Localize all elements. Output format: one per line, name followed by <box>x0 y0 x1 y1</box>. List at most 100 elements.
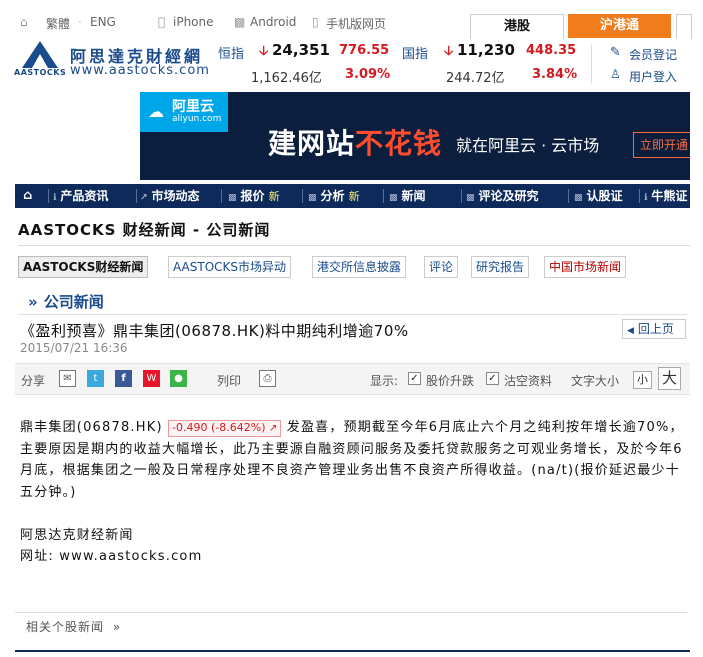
double-chevron-icon: » <box>28 293 38 311</box>
external-link-icon: ↗ <box>269 423 278 434</box>
source-url: 网址: www.aastocks.com <box>20 549 203 564</box>
main-nav: ⌂ ℹ 产品资讯 ↗ 市场动态 ▩ 报价 新 ▩ 分析 新 ▩ 新闻 ▩ 评论及研究 ▩ 认股… <box>15 184 690 208</box>
subtab-aastocks-news[interactable]: AASTOCKS财经新闻 <box>18 256 149 278</box>
nav-bullet-icon: ↗ <box>140 193 148 203</box>
ad-banner[interactable]: ☁ 阿里云 aliyun.com 建网站不花钱 就在阿里云 · 云市场 立即开通 <box>140 92 690 180</box>
nav-bullet-icon: ℹ <box>53 193 57 203</box>
print-icon[interactable]: ⎙ <box>259 370 276 387</box>
section-title: » 公司新闻 <box>28 293 104 311</box>
triangle-left-icon: ◀ <box>627 326 634 336</box>
nav-separator <box>639 189 640 203</box>
home-icon[interactable]: ⌂ <box>20 15 28 29</box>
brand-url: www.aastocks.com <box>70 63 210 78</box>
aastocks-logo[interactable]: AASTOCKS <box>14 40 66 78</box>
section-divider <box>18 314 688 315</box>
tab-hsh-connect[interactable]: 沪港通 <box>568 14 671 38</box>
login-link[interactable]: 用户登入 <box>629 68 677 85</box>
apple-icon:  <box>158 15 165 29</box>
hsce-value: 11,230 <box>457 41 515 59</box>
bottom-border <box>15 650 690 652</box>
mobile-web-link[interactable]: 手机版网页 <box>326 15 386 32</box>
hsce-change: 448.35 <box>526 43 577 58</box>
subtab-market-movers[interactable]: AASTOCKS市场异动 <box>168 256 292 278</box>
nav-item-quote[interactable]: ▩ 报价 新 <box>228 184 280 208</box>
hsi-up-arrow-icon: 🡣 <box>259 44 269 59</box>
lang-english-link[interactable]: ENG <box>90 15 116 29</box>
nav-home-icon[interactable]: ⌂ <box>23 184 32 208</box>
article-body: 鼎丰集团(06878.HK) -0.490 (-8.642%) ↗ 发盈喜，预期… <box>20 417 686 503</box>
nav-item-research[interactable]: ▩ 评论及研究 <box>466 184 539 208</box>
back-button[interactable]: ◀ 回上页 <box>622 319 686 339</box>
ad-subtext: 就在阿里云 · 云市场 <box>456 136 600 155</box>
tab-more[interactable] <box>676 14 692 39</box>
twitter-icon[interactable]: t <box>87 370 104 387</box>
nav-separator <box>221 189 222 203</box>
nav-bullet-icon: ℹ <box>644 193 648 203</box>
nav-bullet-icon: ▩ <box>228 193 237 203</box>
subtab-hkex-disclosure[interactable]: 港交所信息披露 <box>312 256 407 278</box>
subtab-research[interactable]: 研究报告 <box>471 256 530 278</box>
tab-hk-stocks[interactable]: 港股 <box>470 14 564 39</box>
nav-separator <box>461 189 462 203</box>
related-divider <box>15 612 687 613</box>
wechat-icon[interactable]: ● <box>170 370 187 387</box>
nav-item-products[interactable]: ℹ 产品资讯 <box>53 184 108 208</box>
nav-bullet-icon: ▩ <box>466 193 475 203</box>
iphone-link[interactable]: iPhone <box>173 15 214 29</box>
nav-item-warrants[interactable]: ▩ 认股证 <box>574 184 623 208</box>
show-price-label: 股价升跌 <box>426 374 475 388</box>
register-icon: ✎ <box>610 45 621 60</box>
hsi-value: 24,351 <box>272 41 330 59</box>
title-divider <box>18 245 690 246</box>
ad-logo: ☁ 阿里云 aliyun.com <box>140 92 228 132</box>
display-label: 显示: <box>370 374 399 388</box>
member-divider <box>591 44 592 84</box>
android-link[interactable]: Android <box>250 15 296 29</box>
ad-headline-b: 不花钱 <box>355 127 443 160</box>
article-headline: 《盈利预喜》鼎丰集团(06878.HK)料中期纯利增逾70% <box>20 322 409 340</box>
ad-cloud-icon: ☁ <box>148 102 164 121</box>
weibo-icon[interactable]: W <box>143 370 160 387</box>
article-source: 阿思达克财经新闻 网址: www.aastocks.com <box>20 525 202 567</box>
nav-item-news[interactable]: ▩ 新闻 <box>389 184 426 208</box>
share-toolbar: 分享 ✉ t f W ● 列印 ⎙ 显示: ✓ 股价升跌 ✓ 沽空资料 文字大小… <box>15 363 690 395</box>
hsi-turnover: 1,162.46亿 <box>251 71 322 86</box>
register-link[interactable]: 会员登记 <box>629 46 677 63</box>
nav-separator <box>302 189 303 203</box>
hsce-turnover: 244.72亿 <box>446 71 505 86</box>
nav-item-analysis[interactable]: ▩ 分析 新 <box>308 184 360 208</box>
price-change-badge[interactable]: -0.490 (-8.642%) ↗ <box>168 420 282 437</box>
hsce-label[interactable]: 国指 <box>402 43 428 62</box>
ad-headline-a: 建网站 <box>268 127 356 160</box>
user-icon: ♙ <box>610 67 621 81</box>
email-icon[interactable]: ✉ <box>59 370 76 387</box>
hsi-label[interactable]: 恒指 <box>218 43 244 62</box>
show-short-label: 沽空资料 <box>504 374 553 388</box>
stock-link[interactable]: 鼎丰集团(06878.HK) <box>20 420 163 435</box>
font-large-button[interactable]: 大 <box>658 367 681 390</box>
ad-logo-sub: aliyun.com <box>172 114 222 124</box>
share-label: 分享 <box>21 374 46 388</box>
show-short-checkbox[interactable]: ✓ <box>486 372 499 385</box>
hsce-up-arrow-icon: 🡣 <box>444 44 454 59</box>
hsce-percent: 3.84% <box>532 67 578 82</box>
related-news-link[interactable]: 相关个股新闻 » <box>26 618 121 635</box>
facebook-icon[interactable]: f <box>115 370 132 387</box>
nav-bullet-icon: ▩ <box>574 193 583 203</box>
nav-separator <box>568 189 569 203</box>
article-timestamp: 2015/07/21 16:36 <box>20 341 128 355</box>
source-name: 阿思达克财经新闻 <box>20 528 134 543</box>
ad-cta-button[interactable]: 立即开通 <box>633 132 690 158</box>
font-small-button[interactable]: 小 <box>633 371 652 389</box>
nav-item-market[interactable]: ↗ 市场动态 <box>140 184 200 208</box>
ad-logo-text: 阿里云 <box>172 99 214 115</box>
lang-traditional-link[interactable]: 繁體 <box>46 15 70 32</box>
lang-separator: · <box>78 15 82 29</box>
nav-bullet-icon: ▩ <box>308 193 317 203</box>
show-price-checkbox[interactable]: ✓ <box>408 372 421 385</box>
subtab-china-news[interactable]: 中国市场新闻 <box>544 256 627 278</box>
android-icon: ▩ <box>234 15 246 29</box>
nav-bullet-icon: ▩ <box>389 193 398 203</box>
subtab-commentary[interactable]: 评论 <box>424 256 459 278</box>
nav-item-cbbc[interactable]: ℹ 牛熊证 <box>644 184 687 208</box>
